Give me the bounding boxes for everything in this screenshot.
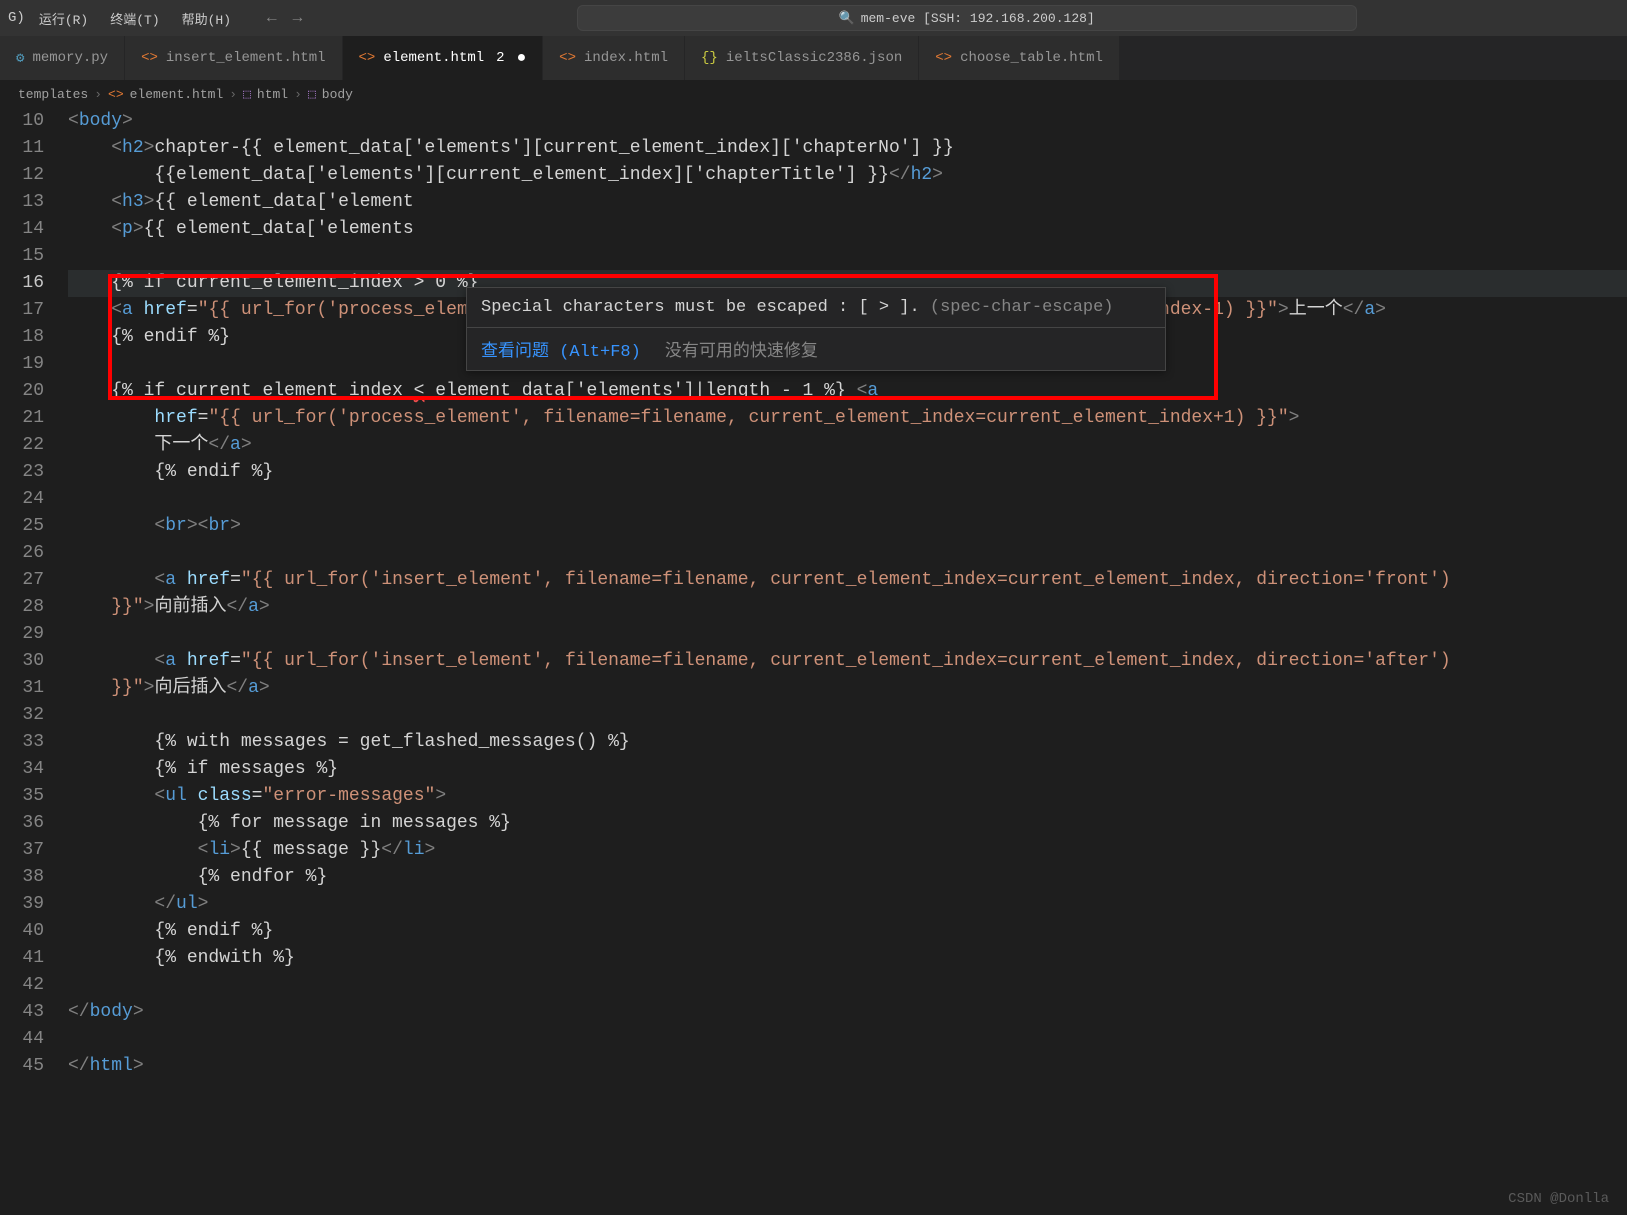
nav-forward-icon[interactable]: → xyxy=(287,7,309,29)
code-line: </html> xyxy=(68,1053,1627,1080)
code-line: href="{{ url_for('process_element', file… xyxy=(68,405,1627,432)
code-line: </ul> xyxy=(68,891,1627,918)
unsaved-indicator-icon: ● xyxy=(517,49,527,67)
code-line xyxy=(68,972,1627,999)
code-line: {{element_data['elements'][current_eleme… xyxy=(68,162,1627,189)
code-line xyxy=(68,702,1627,729)
code-line: }}">向前插入</a> xyxy=(68,594,1627,621)
breadcrumb[interactable]: templates › <> element.html › ⬚ html › ⬚… xyxy=(0,80,1627,108)
editor[interactable]: 1011121314151617181920212223242526272829… xyxy=(0,108,1627,1080)
python-file-icon: ⚙ xyxy=(16,50,24,67)
code-line: </body> xyxy=(68,999,1627,1026)
code-line: <br><br> xyxy=(68,513,1627,540)
html-file-icon: <> xyxy=(935,50,952,66)
html-file-icon: <> xyxy=(359,50,376,66)
tab-memory-py[interactable]: ⚙ memory.py xyxy=(0,36,125,80)
view-problem-link[interactable]: 查看问题 (Alt+F8) xyxy=(481,336,641,362)
code-line: {% if messages %} xyxy=(68,756,1627,783)
symbol-icon: ⬚ xyxy=(243,87,251,102)
nav-back-icon[interactable]: ← xyxy=(261,7,283,29)
breadcrumb-symbol[interactable]: html xyxy=(257,87,288,102)
watermark: CSDN @Donlla xyxy=(1508,1191,1609,1207)
code-line: {% endfor %} xyxy=(68,864,1627,891)
json-file-icon: {} xyxy=(701,50,718,66)
tab-problem-count: 2 xyxy=(496,50,504,66)
line-gutter: 1011121314151617181920212223242526272829… xyxy=(0,108,68,1080)
search-icon: 🔍 xyxy=(839,11,855,26)
menubar-truncated: G) xyxy=(8,10,25,26)
search-label: mem-eve [SSH: 192.168.200.128] xyxy=(861,11,1095,26)
tab-choose-table[interactable]: <> choose_table.html xyxy=(919,36,1120,80)
menubar: G) 运行(R) 终端(T) 帮助(H) ← → 🔍 mem-eve [SSH:… xyxy=(0,0,1627,36)
code-line: <h3>{{ element_data['element xyxy=(68,189,1627,216)
code-line: {% endwith %} xyxy=(68,945,1627,972)
symbol-icon: ⬚ xyxy=(308,87,316,102)
code-line xyxy=(68,621,1627,648)
menu-help[interactable]: 帮助(H) xyxy=(174,5,239,32)
code-line: <a href="{{ url_for('insert_element', fi… xyxy=(68,648,1627,675)
chevron-right-icon: › xyxy=(94,87,102,102)
code-line xyxy=(68,540,1627,567)
code-line: <a href="{{ url_for('insert_element', fi… xyxy=(68,567,1627,594)
code-area[interactable]: <body> <h2>chapter-{{ element_data['elem… xyxy=(68,108,1627,1080)
code-line xyxy=(68,486,1627,513)
code-line: {% for message in messages %} xyxy=(68,810,1627,837)
chevron-right-icon: › xyxy=(294,87,302,102)
breadcrumb-folder[interactable]: templates xyxy=(18,87,88,102)
code-line: <body> xyxy=(68,108,1627,135)
tab-index-html[interactable]: <> index.html xyxy=(543,36,685,80)
code-line: {% endif %} xyxy=(68,459,1627,486)
chevron-right-icon: › xyxy=(229,87,237,102)
code-line: {% with messages = get_flashed_messages(… xyxy=(68,729,1627,756)
no-quick-fix-label: 没有可用的快速修复 xyxy=(665,336,818,362)
html-file-icon: <> xyxy=(108,87,124,102)
tab-ielts-json[interactable]: {} ieltsClassic2386.json xyxy=(685,36,919,80)
html-file-icon: <> xyxy=(141,50,158,66)
breadcrumb-symbol[interactable]: body xyxy=(322,87,353,102)
menu-terminal[interactable]: 终端(T) xyxy=(102,5,167,32)
tab-bar: ⚙ memory.py <> insert_element.html <> el… xyxy=(0,36,1627,80)
code-line: <p>{{ element_data['elements xyxy=(68,216,1627,243)
code-line: {% endif %} xyxy=(68,918,1627,945)
code-line: 下一个</a> xyxy=(68,432,1627,459)
tab-insert-element[interactable]: <> insert_element.html xyxy=(125,36,342,80)
code-line: <li>{{ message }}</li> xyxy=(68,837,1627,864)
html-file-icon: <> xyxy=(559,50,576,66)
tab-element-html[interactable]: <> element.html 2 ● xyxy=(343,36,544,80)
code-line: <ul class="error-messages"> xyxy=(68,783,1627,810)
command-center[interactable]: 🔍 mem-eve [SSH: 192.168.200.128] xyxy=(577,5,1357,31)
menu-run[interactable]: 运行(R) xyxy=(31,5,96,32)
code-line: <h2>chapter-{{ element_data['elements'][… xyxy=(68,135,1627,162)
code-line xyxy=(68,1026,1627,1053)
problem-hover-popup: Special characters must be escaped : [ >… xyxy=(466,287,1166,371)
problem-message: Special characters must be escaped : [ >… xyxy=(467,288,1165,327)
code-line xyxy=(68,243,1627,270)
breadcrumb-file[interactable]: element.html xyxy=(130,87,224,102)
code-line: {% if current_element_index < element_da… xyxy=(68,378,1627,405)
code-line: }}">向后插入</a> xyxy=(68,675,1627,702)
